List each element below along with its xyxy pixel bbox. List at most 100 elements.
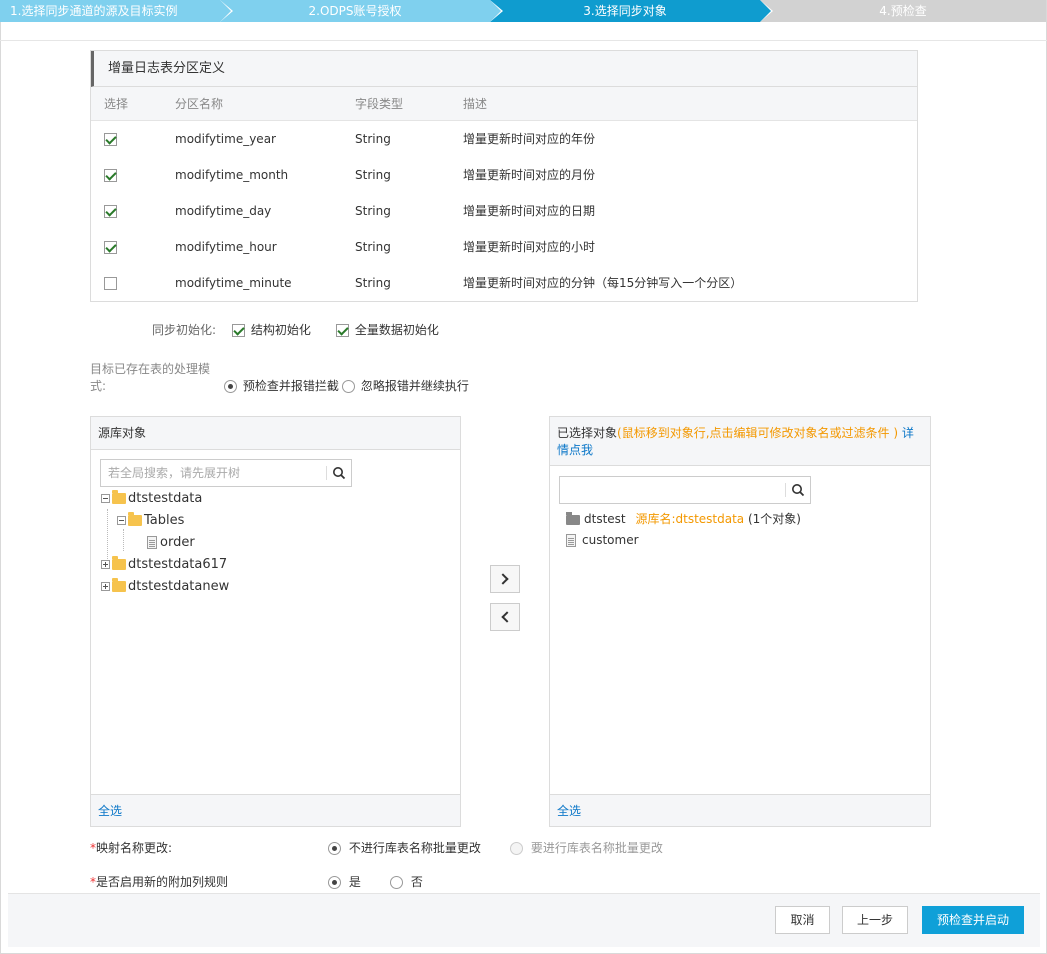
partition-type: String (355, 276, 391, 290)
selected-db-source: 源库名:dtstestdata (635, 512, 745, 526)
selected-table-name: customer (582, 533, 639, 547)
tree-node-tables[interactable]: Tables (117, 511, 184, 531)
search-icon[interactable] (791, 483, 805, 497)
table-row: modifytime_minute String 增量更新时间对应的分钟（每15… (91, 265, 917, 301)
batch-rename-option[interactable]: 要进行库表名称批量更改 (510, 839, 663, 856)
step-3: 3.选择同步对象 (490, 0, 773, 22)
partition-checkbox[interactable] (104, 241, 117, 254)
full-init-option[interactable]: 全量数据初始化 (336, 321, 439, 338)
header-type: 字段类型 (355, 97, 404, 111)
precheck-block-radio[interactable] (224, 380, 237, 393)
header-name: 分区名称 (175, 97, 224, 111)
partition-type: String (355, 240, 391, 254)
move-left-button[interactable] (490, 603, 520, 631)
table-row: modifytime_year String 增量更新时间对应的年份 (91, 121, 917, 157)
sync-init-label: 同步初始化: (152, 323, 217, 337)
details-link-cont[interactable]: 情点我 (557, 443, 593, 457)
selected-db-count: (1个对象) (747, 512, 801, 526)
extra-columns-no-label: 否 (410, 875, 423, 889)
wizard-steps: 1.选择同步通道的源及目标实例 2.ODPS账号授权 3.选择同步对象 4.预检… (0, 0, 1046, 22)
selected-db-row[interactable]: dtstest 源库名:dtstestdata (1个对象) (566, 509, 801, 529)
struct-init-option[interactable]: 结构初始化 (232, 321, 311, 338)
tree-node-dtstestdata[interactable]: dtstestdata (101, 489, 202, 509)
expand-icon[interactable] (101, 582, 110, 591)
partition-checkbox[interactable] (104, 169, 117, 182)
extra-columns-no-radio[interactable] (390, 876, 403, 889)
selected-select-all[interactable]: 全选 (550, 794, 930, 826)
partition-desc: 增量更新时间对应的月份 (463, 168, 596, 182)
table-row: modifytime_month String 增量更新时间对应的月份 (91, 157, 917, 193)
details-link[interactable]: 详 (902, 426, 914, 440)
step-1: 1.选择同步通道的源及目标实例 (0, 0, 233, 22)
mapping-label-row: *映射名称更改: (90, 839, 172, 856)
selected-table-row[interactable]: customer (566, 530, 639, 550)
partition-name: modifytime_month (175, 168, 289, 182)
folder-icon (112, 556, 126, 570)
table-icon (147, 536, 157, 549)
selected-objects-panel: 已选择对象(鼠标移到对象行,点击编辑可修改对象名或过滤条件 ) 详 情点我 dt… (549, 416, 931, 827)
partition-name: modifytime_minute (175, 276, 292, 290)
extra-columns-label: 是否启用新的附加列规则 (96, 875, 229, 889)
collapse-icon[interactable] (117, 516, 126, 525)
partition-checkbox[interactable] (104, 205, 117, 218)
source-search-input[interactable]: 若全局搜索，请先展开树 (100, 459, 352, 487)
header-select: 选择 (104, 97, 129, 111)
partition-title: 增量日志表分区定义 (91, 51, 917, 87)
struct-init-checkbox[interactable] (232, 324, 245, 337)
step-2: 2.ODPS账号授权 (220, 0, 503, 22)
tree-node-label: dtstestdatanew (128, 579, 230, 594)
header-desc: 描述 (463, 97, 488, 111)
ignore-error-option[interactable]: 忽略报错并继续执行 (342, 377, 469, 394)
divider (0, 40, 1047, 41)
selected-panel-hint: (鼠标移到对象行,点击编辑可修改对象名或过滤条件 ) (617, 426, 899, 440)
table-row: modifytime_day String 增量更新时间对应的日期 (91, 193, 917, 229)
previous-button[interactable]: 上一步 (842, 906, 908, 934)
selected-panel-header: 已选择对象(鼠标移到对象行,点击编辑可修改对象名或过滤条件 ) 详 情点我 (550, 417, 930, 466)
step-1-label: 1.选择同步通道的源及目标实例 (10, 4, 178, 18)
tree-node-dtstestdatanew[interactable]: dtstestdatanew (101, 577, 229, 597)
partition-checkbox[interactable] (104, 277, 117, 290)
partition-desc: 增量更新时间对应的年份 (463, 132, 596, 146)
batch-rename-radio[interactable] (510, 842, 523, 855)
expand-icon[interactable] (101, 560, 110, 569)
tree-node-label: order (160, 535, 195, 550)
precheck-start-button[interactable]: 预检查并启动 (922, 906, 1024, 934)
search-icon[interactable] (332, 466, 346, 480)
partition-desc: 增量更新时间对应的小时 (463, 240, 596, 254)
extra-columns-yes-radio[interactable] (328, 876, 341, 889)
source-objects-panel: 源库对象 若全局搜索，请先展开树 dtstestdata Tables orde… (90, 416, 461, 827)
step-2-label: 2.ODPS账号授权 (308, 4, 402, 18)
precheck-block-option[interactable]: 预检查并报错拦截 (224, 377, 339, 394)
existing-table-label: 目标已存在表的处理模 (90, 362, 211, 376)
folder-icon (128, 512, 142, 526)
no-batch-rename-label: 不进行库表名称批量更改 (348, 841, 481, 855)
source-select-all[interactable]: 全选 (91, 794, 460, 826)
partition-type: String (355, 204, 391, 218)
tree-node-order[interactable]: order (147, 533, 195, 553)
selected-panel-title: 已选择对象 (557, 426, 618, 440)
step-4: 4.预检查 (760, 0, 1046, 22)
chevron-left-icon (501, 611, 513, 623)
no-batch-rename-radio[interactable] (328, 842, 341, 855)
partition-checkbox[interactable] (104, 133, 117, 146)
batch-rename-label: 要进行库表名称批量更改 (530, 841, 663, 855)
full-init-checkbox[interactable] (336, 324, 349, 337)
extra-columns-yes-option[interactable]: 是 (328, 873, 361, 890)
existing-table-label-cont: 式: (90, 379, 107, 393)
partition-panel: 增量日志表分区定义 选择 分区名称 字段类型 描述 modifytime_yea… (90, 50, 918, 302)
tree-node-label: dtstestdata (128, 491, 203, 506)
struct-init-label: 结构初始化 (250, 323, 311, 337)
move-right-button[interactable] (490, 565, 520, 593)
partition-name: modifytime_day (175, 204, 272, 218)
extra-columns-no-option[interactable]: 否 (390, 873, 423, 890)
no-batch-rename-option[interactable]: 不进行库表名称批量更改 (328, 839, 481, 856)
tree-node-dtstestdata617[interactable]: dtstestdata617 (101, 555, 227, 575)
ignore-error-radio[interactable] (342, 380, 355, 393)
chevron-right-icon (497, 573, 509, 585)
extra-columns-label-row: *是否启用新的附加列规则 (90, 873, 228, 890)
partition-table-header: 选择 分区名称 字段类型 描述 (91, 87, 917, 121)
cancel-button[interactable]: 取消 (775, 906, 830, 934)
collapse-icon[interactable] (101, 494, 110, 503)
partition-type: String (355, 168, 391, 182)
selected-search-input[interactable] (559, 476, 811, 504)
